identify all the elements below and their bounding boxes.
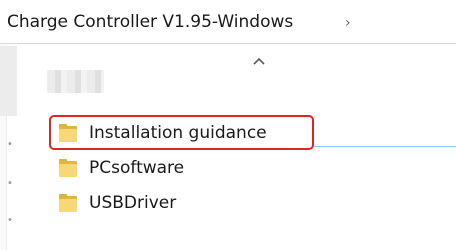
list-item[interactable]: PCsoftware xyxy=(58,155,318,181)
list-item[interactable]: USBDriver xyxy=(58,190,318,216)
breadcrumb-path[interactable]: Charge Controller V1.95-Windows xyxy=(7,12,293,32)
pin-icon: • xyxy=(7,215,13,226)
list-item[interactable]: Installation guidance xyxy=(58,120,318,146)
chevron-up-icon[interactable] xyxy=(251,55,267,69)
folder-icon xyxy=(58,159,78,177)
pin-icon: • xyxy=(7,139,13,150)
selection-line xyxy=(314,146,456,147)
breadcrumb-bar: Charge Controller V1.95-Windows › xyxy=(0,0,456,44)
folder-name: PCsoftware xyxy=(89,158,185,178)
blurred-item xyxy=(47,70,104,93)
folder-name: USBDriver xyxy=(89,193,177,213)
folder-icon xyxy=(58,194,78,212)
pin-icon: • xyxy=(7,178,13,189)
navigation-pane-item[interactable] xyxy=(0,46,17,116)
folder-icon xyxy=(58,124,78,142)
chevron-right-icon[interactable]: › xyxy=(345,15,351,31)
folder-name: Installation guidance xyxy=(89,123,267,143)
